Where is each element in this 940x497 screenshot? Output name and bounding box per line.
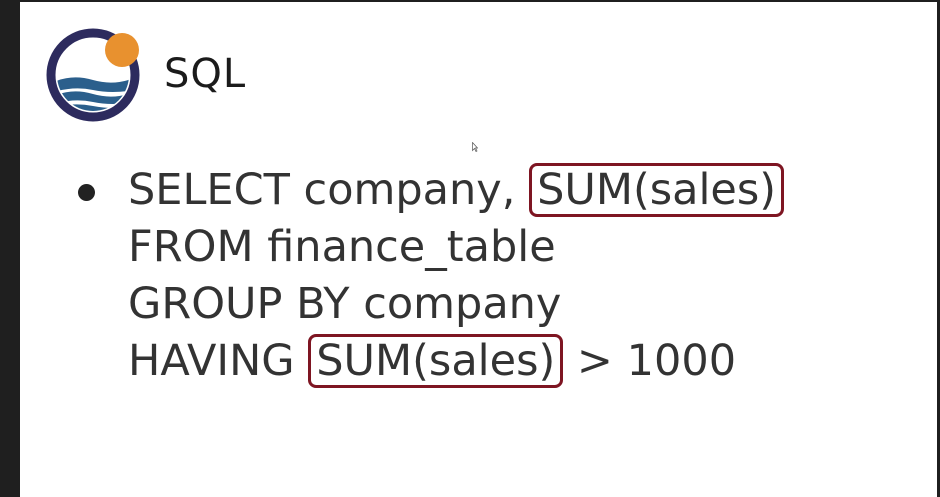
presentation-slide: SQL SELECT company, SUM(sales) FROM fina… xyxy=(20,2,937,497)
sql-query-text: SELECT company, SUM(sales) FROM finance_… xyxy=(128,162,785,390)
page-title: SQL xyxy=(164,51,247,97)
bullet-point xyxy=(78,184,95,201)
highlighted-aggregate: SUM(sales) xyxy=(529,163,785,217)
window-frame-left xyxy=(0,0,20,497)
select-clause-text: SELECT company, xyxy=(128,165,530,215)
having-condition-text: > 1000 xyxy=(563,336,737,386)
highlighted-aggregate: SUM(sales) xyxy=(308,334,564,388)
sql-line-from: FROM finance_table xyxy=(128,222,556,272)
sql-line-having: HAVING SUM(sales) > 1000 xyxy=(128,333,784,390)
sun-over-waves-logo-icon xyxy=(46,28,140,122)
having-keyword-text: HAVING xyxy=(128,336,309,386)
sql-line-select: SELECT company, SUM(sales) xyxy=(128,162,785,219)
sql-line-group-by: GROUP BY company xyxy=(128,279,562,329)
mouse-cursor-icon xyxy=(472,142,478,152)
